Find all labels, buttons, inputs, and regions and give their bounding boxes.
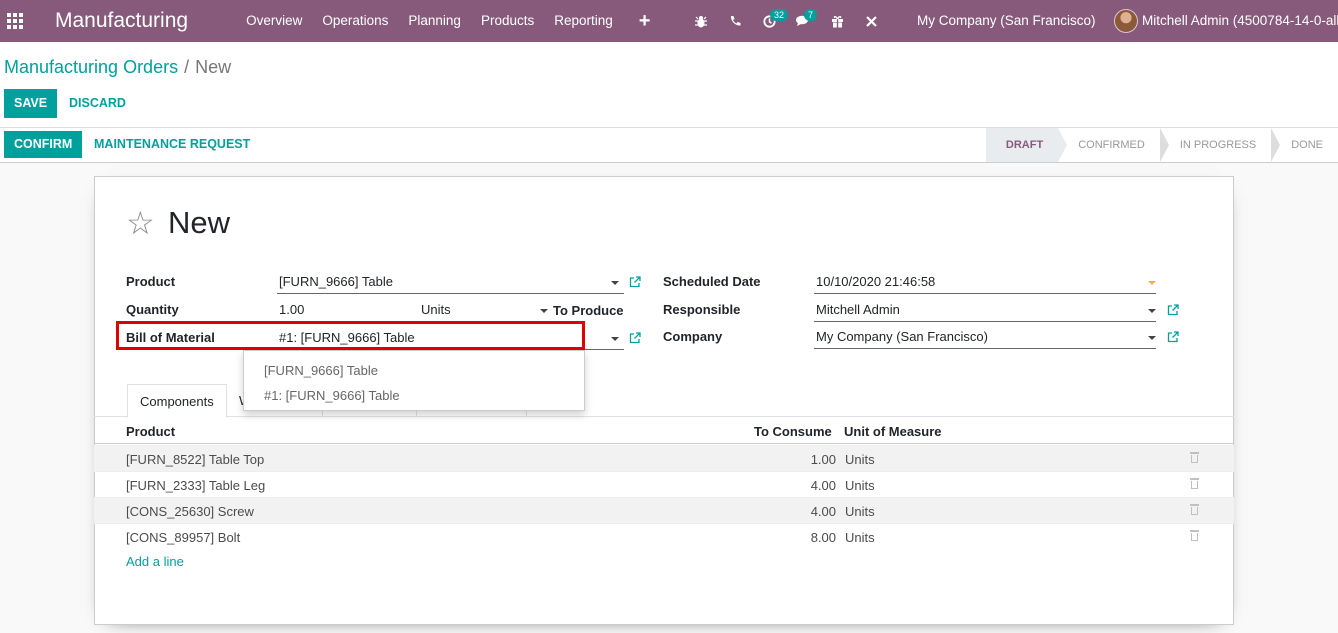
tools-icon[interactable]	[854, 0, 888, 42]
gift-icon[interactable]	[820, 0, 854, 42]
dropdown-option[interactable]: #1: [FURN_9666] Table	[244, 383, 584, 408]
row-qty: 4.00	[810, 478, 836, 493]
breadcrumb-manufacturing-orders[interactable]: Manufacturing Orders	[4, 57, 178, 77]
bom-external-link-icon[interactable]	[629, 332, 641, 344]
main-menu: Overview Operations Planning Products Re…	[236, 0, 623, 42]
uom-value: Units	[421, 302, 451, 317]
company-label: Company	[663, 329, 723, 344]
trash-icon[interactable]	[1190, 504, 1199, 515]
table-header: Product To Consume Unit of Measure	[94, 418, 1234, 444]
user-avatar[interactable]	[1114, 9, 1138, 33]
row-product: [CONS_25630] Screw	[126, 504, 254, 519]
messages-icon[interactable]: 7	[786, 0, 820, 42]
col-product[interactable]: Product	[126, 424, 175, 439]
row-qty: 8.00	[810, 530, 836, 545]
bom-autocomplete-dropdown: [FURN_9666] Table #1: [FURN_9666] Table	[243, 350, 585, 411]
company-value: My Company (San Francisco)	[816, 329, 988, 344]
bom-value: #1: [FURN_9666] Table	[279, 330, 415, 345]
discard-button[interactable]: DISCARD	[69, 89, 126, 118]
uom-dropdown-icon[interactable]	[540, 309, 548, 313]
stage-in-progress: IN PROGRESS	[1160, 128, 1281, 162]
row-uom: Units	[845, 478, 875, 493]
systray: 32 7	[684, 0, 888, 42]
trash-icon[interactable]	[1190, 452, 1199, 463]
breadcrumb: Manufacturing Orders / New	[4, 57, 231, 78]
trash-icon[interactable]	[1190, 478, 1199, 489]
scheduled-date-field[interactable]: 10/10/2020 21:46:58	[814, 272, 1156, 294]
table-row[interactable]: [FURN_8522] Table Top 1.00 Units	[94, 445, 1234, 471]
responsible-field[interactable]: Mitchell Admin	[814, 300, 1156, 322]
app-title[interactable]: Manufacturing	[55, 9, 188, 33]
user-menu[interactable]: Mitchell Admin (4500784-14-0-all)	[1142, 0, 1338, 42]
scheduled-date-value: 10/10/2020 21:46:58	[816, 274, 936, 289]
row-product: [FURN_8522] Table Top	[126, 452, 265, 467]
col-to-consume[interactable]: To Consume	[754, 424, 832, 439]
product-field[interactable]: [FURN_9666] Table	[277, 272, 624, 294]
product-external-link-icon[interactable]	[629, 276, 641, 288]
company-switcher[interactable]: My Company (San Francisco)	[917, 0, 1096, 42]
row-uom: Units	[845, 530, 875, 545]
to-produce-label: To Produce	[553, 303, 624, 318]
control-panel: Manufacturing Orders / New SAVE DISCARD	[0, 42, 1338, 128]
stage-draft: DRAFT	[985, 128, 1068, 162]
product-dropdown-icon[interactable]	[611, 281, 619, 285]
responsible-value: Mitchell Admin	[816, 302, 900, 317]
menu-overview[interactable]: Overview	[236, 0, 312, 42]
scheduled-date-label: Scheduled Date	[663, 274, 761, 289]
stage-confirmed: CONFIRMED	[1058, 128, 1169, 162]
date-dropdown-icon[interactable]	[1148, 281, 1156, 285]
table-row[interactable]: [CONS_89957] Bolt 8.00 Units	[94, 523, 1234, 549]
row-uom: Units	[845, 504, 875, 519]
bom-dropdown-icon[interactable]	[611, 337, 619, 341]
plus-icon[interactable]: +	[639, 0, 651, 42]
row-qty: 1.00	[810, 452, 836, 467]
table-row[interactable]: [CONS_25630] Screw 4.00 Units	[94, 497, 1234, 523]
row-product: [FURN_2333] Table Leg	[126, 478, 266, 493]
menu-products[interactable]: Products	[471, 0, 544, 42]
table-row[interactable]: [FURN_2333] Table Leg 4.00 Units	[94, 471, 1234, 497]
quantity-label: Quantity	[126, 302, 179, 317]
responsible-label: Responsible	[663, 302, 741, 317]
activity-clock-icon[interactable]: 32	[752, 0, 789, 42]
trash-icon[interactable]	[1190, 530, 1199, 541]
quantity-value: 1.00	[279, 302, 305, 317]
product-value: [FURN_9666] Table	[279, 274, 393, 289]
dropdown-option[interactable]: [FURN_9666] Table	[244, 358, 584, 383]
menu-reporting[interactable]: Reporting	[544, 0, 623, 42]
maintenance-request-button[interactable]: MAINTENANCE REQUEST	[94, 131, 250, 158]
status-stages: DRAFT CONFIRMED IN PROGRESS DONE	[985, 128, 1338, 162]
tab-components[interactable]: Components	[127, 384, 227, 418]
breadcrumb-current: New	[195, 57, 232, 77]
confirm-button[interactable]: CONFIRM	[4, 131, 83, 158]
phone-icon[interactable]	[718, 0, 752, 42]
company-external-link-icon[interactable]	[1167, 331, 1179, 343]
star-icon[interactable]: ☆	[126, 206, 158, 240]
top-navbar: Manufacturing Overview Operations Planni…	[0, 0, 1338, 42]
breadcrumb-separator: /	[184, 57, 190, 77]
messages-badge: 7	[804, 9, 818, 21]
row-product: [CONS_89957] Bolt	[126, 530, 241, 545]
save-button[interactable]: SAVE	[4, 89, 58, 118]
record-title: New	[168, 205, 231, 240]
apps-menu-icon[interactable]	[2, 0, 28, 42]
status-header: CONFIRM MAINTENANCE REQUEST DRAFT CONFIR…	[0, 128, 1338, 163]
responsible-external-link-icon[interactable]	[1167, 304, 1179, 316]
bom-field[interactable]: #1: [FURN_9666] Table	[277, 328, 624, 350]
add-line-link[interactable]: Add a line	[126, 554, 184, 569]
quantity-field[interactable]: 1.00	[277, 300, 417, 322]
col-uom[interactable]: Unit of Measure	[844, 424, 942, 439]
menu-operations[interactable]: Operations	[312, 0, 398, 42]
row-qty: 4.00	[810, 504, 836, 519]
row-uom: Units	[845, 452, 875, 467]
bom-label: Bill of Material	[126, 330, 215, 345]
company-field[interactable]: My Company (San Francisco)	[814, 327, 1156, 349]
product-label: Product	[126, 274, 176, 289]
menu-planning[interactable]: Planning	[398, 0, 471, 42]
company-dropdown-icon[interactable]	[1148, 336, 1156, 340]
stage-done: DONE	[1291, 139, 1323, 151]
title-row: ☆ New	[126, 205, 230, 241]
responsible-dropdown-icon[interactable]	[1148, 309, 1156, 313]
uom-field[interactable]: Units	[420, 300, 548, 322]
bug-icon[interactable]	[684, 0, 718, 42]
